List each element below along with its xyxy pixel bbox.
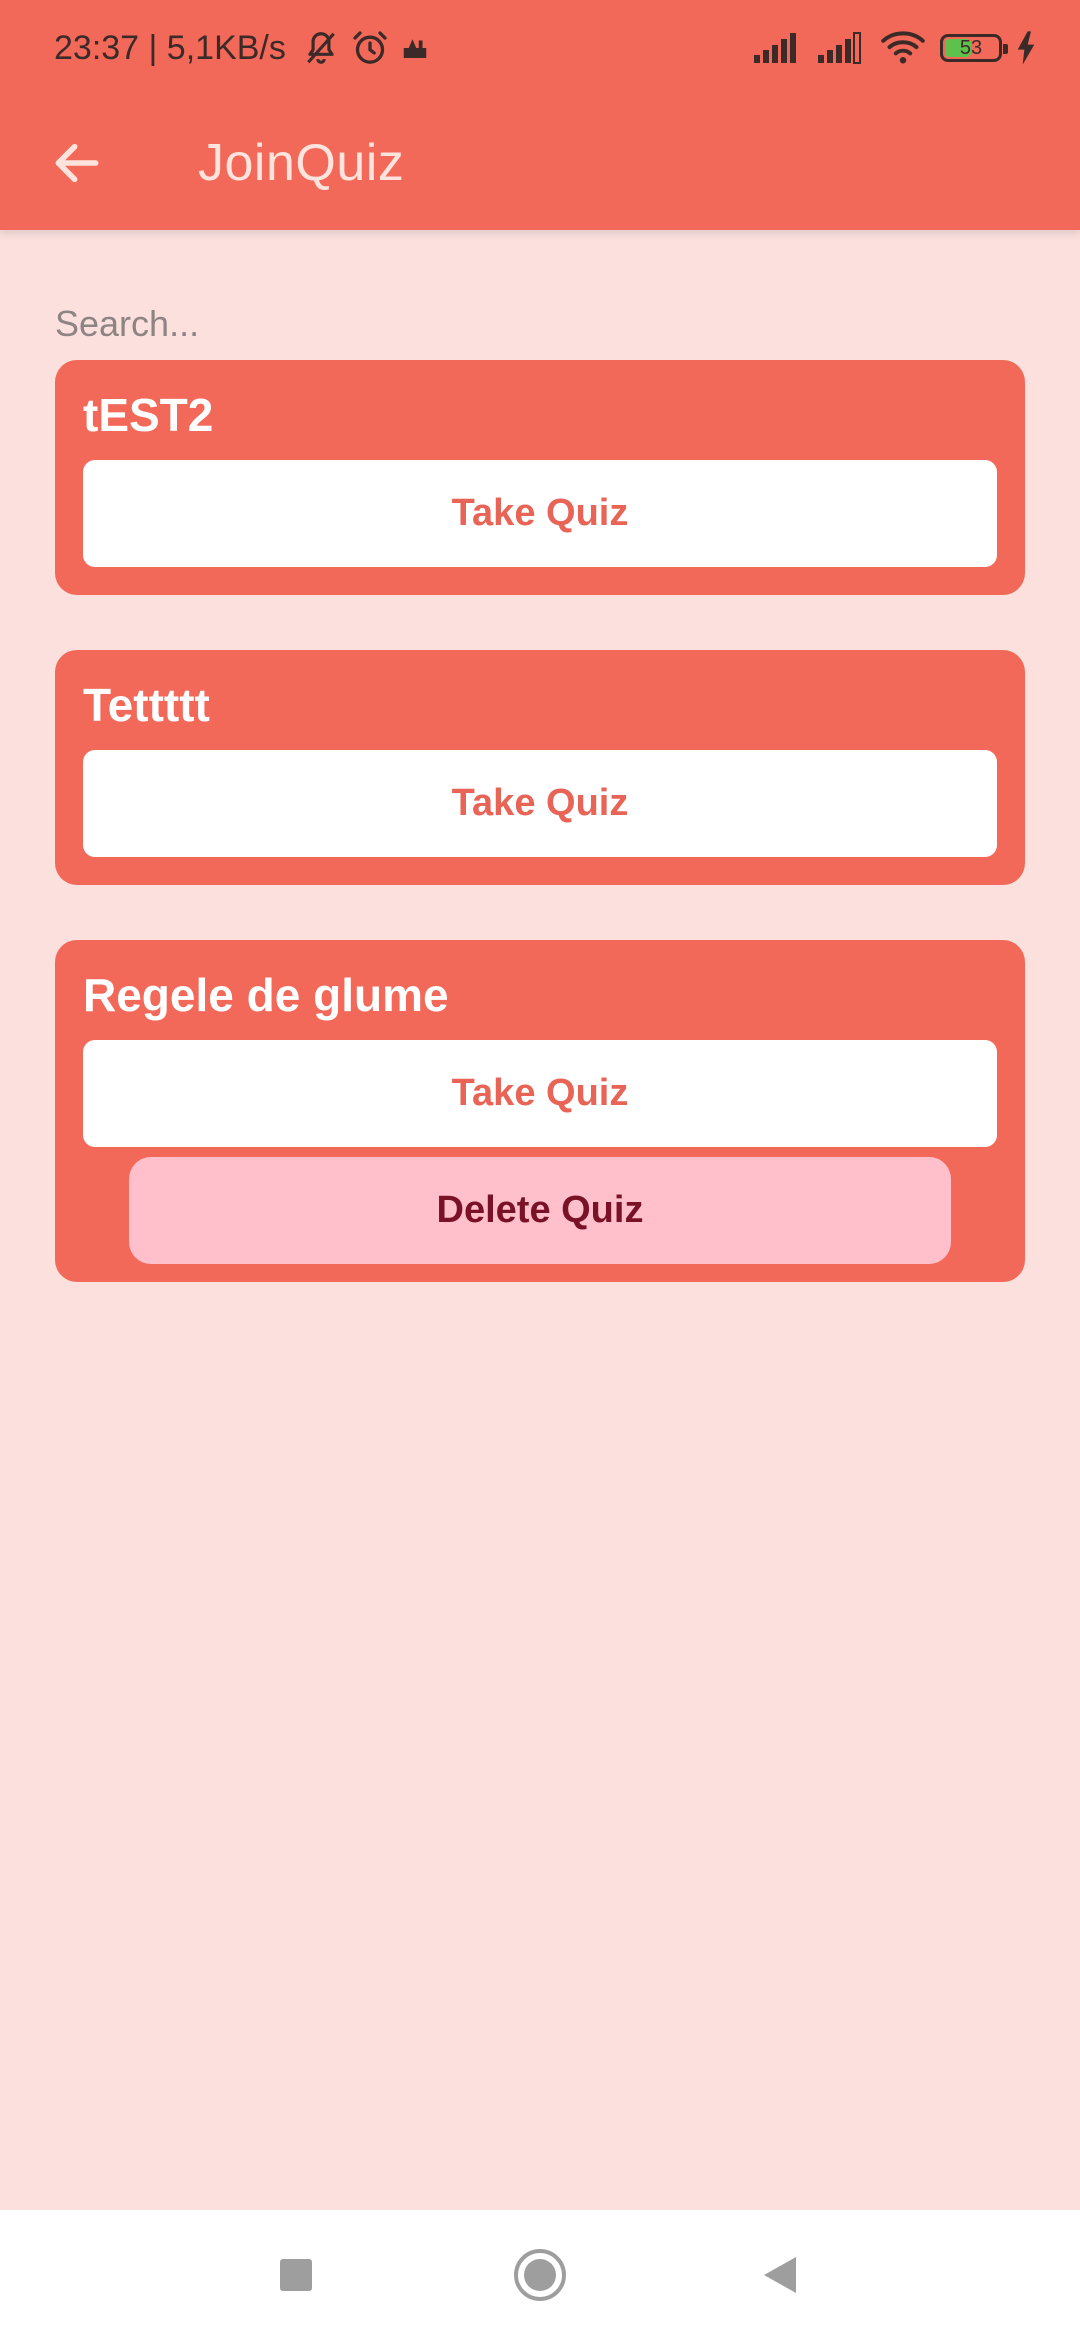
status-time: 23:37 | 5,1KB/s	[54, 28, 286, 67]
app-bar: JoinQuiz	[0, 96, 1080, 230]
quiz-title: Regele de glume	[83, 969, 449, 1021]
battery-level: 53	[959, 36, 983, 59]
cellular-signal-icon	[754, 33, 796, 63]
status-left: 23:37 | 5,1KB/s	[54, 24, 430, 72]
quiz-card: tEST2 Take Quiz	[55, 360, 1025, 595]
app-notification-icon	[403, 39, 427, 58]
status-icons-left	[302, 28, 430, 68]
search-input[interactable]	[55, 294, 1025, 354]
quiz-title: Tettttt	[83, 679, 210, 731]
system-back-button[interactable]	[735, 2230, 825, 2320]
take-quiz-button[interactable]: Take Quiz	[83, 1040, 997, 1147]
home-button[interactable]	[495, 2230, 585, 2320]
page-title: JoinQuiz	[198, 134, 405, 192]
back-triangle-icon	[764, 2257, 796, 2293]
header: 23:37 | 5,1KB/s 53 JoinQuiz	[0, 0, 1080, 230]
quiz-card: Tettttt Take Quiz	[55, 650, 1025, 885]
quiz-card: Regele de glume Take Quiz Delete Quiz	[55, 940, 1025, 1282]
arrow-left-icon	[55, 143, 99, 183]
quiz-list: tEST2 Take Quiz Tettttt Take Quiz Regele…	[55, 360, 1025, 1337]
navigation-bar	[0, 2210, 1080, 2340]
take-quiz-button[interactable]: Take Quiz	[83, 460, 997, 567]
back-button[interactable]	[40, 126, 114, 200]
battery-icon: 53	[940, 34, 1008, 62]
bell-off-icon	[307, 32, 335, 64]
wifi-icon	[881, 31, 925, 64]
status-bar: 23:37 | 5,1KB/s 53	[0, 0, 1080, 96]
battery-cap	[1003, 44, 1008, 54]
recents-square-icon	[280, 2259, 312, 2291]
delete-quiz-button[interactable]: Delete Quiz	[129, 1157, 951, 1264]
quiz-title: tEST2	[83, 389, 214, 441]
charging-icon	[1017, 31, 1035, 65]
cellular-signal-icon	[818, 32, 861, 64]
alarm-icon	[353, 31, 387, 64]
status-right: 53	[752, 24, 1036, 72]
take-quiz-button[interactable]: Take Quiz	[83, 750, 997, 857]
home-circle-icon	[514, 2249, 566, 2301]
recents-button[interactable]	[251, 2230, 341, 2320]
